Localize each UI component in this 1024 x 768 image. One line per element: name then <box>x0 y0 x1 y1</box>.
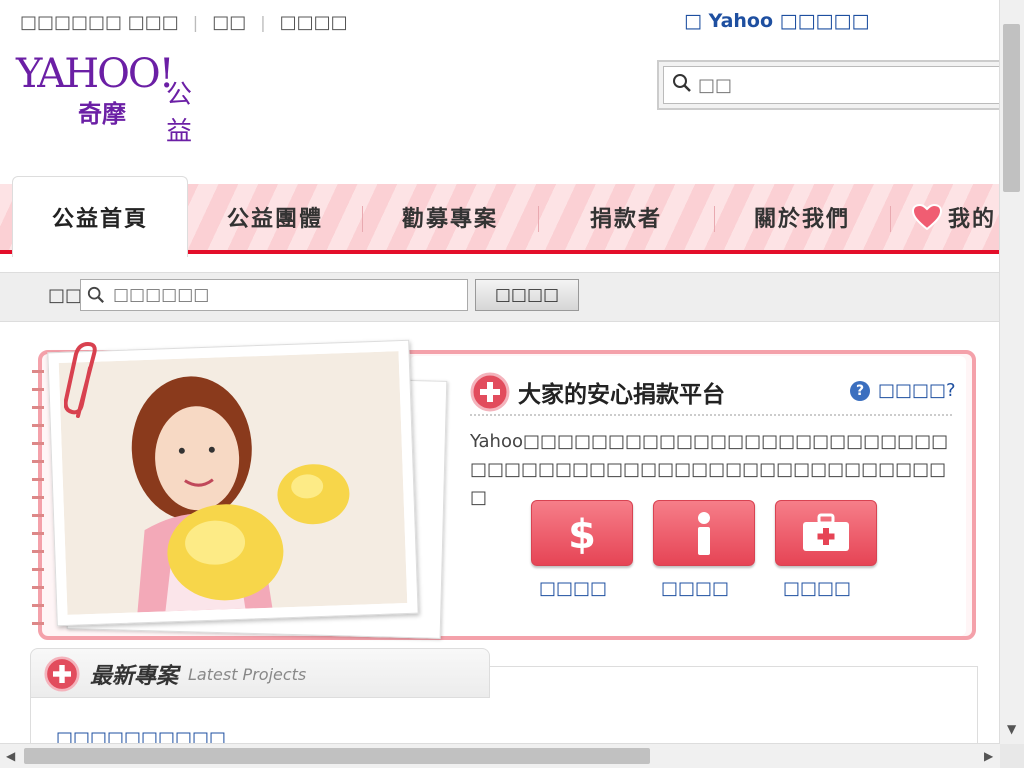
tab-organizations[interactable]: 公益團體 <box>190 184 360 250</box>
donate-label[interactable]: □□□□ <box>523 578 623 599</box>
scroll-right-arrow-icon[interactable]: ▶ <box>984 749 993 763</box>
scroll-down-arrow-icon[interactable]: ▼ <box>1007 722 1016 736</box>
scroll-left-arrow-icon[interactable]: ◀ <box>6 749 15 763</box>
svg-text:$: $ <box>568 512 596 556</box>
nav-divider <box>362 206 363 232</box>
divider: | <box>192 12 199 32</box>
project-search-field <box>80 279 468 311</box>
person-icon <box>698 512 710 555</box>
top-link-2[interactable]: □□ <box>212 12 246 33</box>
nav-divider <box>890 206 891 232</box>
tab-my-label: 我的 <box>948 207 997 232</box>
latest-projects-title: 最新專案 <box>90 664 179 689</box>
logo-sub: 奇摩 <box>78 100 126 128</box>
nav-divider <box>714 206 715 232</box>
tab-donors[interactable]: 捐款者 <box>540 184 712 250</box>
divider: | <box>260 12 266 32</box>
volunteer-button[interactable] <box>653 500 755 566</box>
red-cross-badge-icon <box>470 372 510 412</box>
dotted-divider <box>470 414 952 416</box>
site-search-box <box>657 60 1024 110</box>
project-search-band: □□ □□□□ <box>0 272 1000 322</box>
horizontal-scrollbar[interactable]: ◀ ▶ <box>0 743 1000 768</box>
top-utility-bar: □□□□□□ □□□ | □□ | □□□□ <box>20 10 348 34</box>
latest-projects-heading: 最新專案 Latest Projects <box>44 656 306 692</box>
donate-button[interactable]: $ <box>531 500 633 566</box>
nav-divider <box>538 206 539 232</box>
search-icon[interactable] <box>672 73 692 97</box>
search-icon <box>87 286 104 303</box>
vertical-scrollbar[interactable]: ▼ <box>999 0 1024 744</box>
project-label[interactable]: □□□□ <box>767 578 867 599</box>
latest-projects-subtitle: Latest Projects <box>188 664 307 684</box>
dollar-icon: $ <box>568 512 596 556</box>
help-label: □□□□? <box>878 380 956 401</box>
horizontal-scroll-thumb[interactable] <box>24 748 650 764</box>
tab-home[interactable]: 公益首頁 <box>12 176 188 257</box>
tab-my[interactable]: 我的 <box>912 184 1012 250</box>
logo-brand: YAHOO! <box>16 51 175 97</box>
top-link-1[interactable]: □□□□□□ □□□ <box>20 12 179 33</box>
paperclip-icon <box>64 342 97 418</box>
volunteer-label[interactable]: □□□□ <box>645 578 745 599</box>
hero-heading: 大家的安心捐款平台 <box>470 372 725 412</box>
scrollbar-corner <box>1000 744 1024 768</box>
question-icon: ? <box>850 380 870 401</box>
project-search-label: □□ <box>48 285 83 306</box>
spokesperson-image <box>58 351 408 615</box>
tab-about[interactable]: 關於我們 <box>716 184 888 250</box>
vertical-scroll-thumb[interactable] <box>1003 24 1020 192</box>
project-button[interactable] <box>775 500 877 566</box>
yahoo-home-link[interactable]: □ Yahoo □□□□□ <box>684 10 869 32</box>
site-search-input[interactable] <box>696 73 900 97</box>
help-link[interactable]: ? □□□□? <box>850 380 956 401</box>
top-link-3[interactable]: □□□□ <box>280 12 348 33</box>
project-search-input[interactable] <box>111 284 455 306</box>
yahoo-charity-logo[interactable]: YAHOO! 奇摩 公益 <box>16 51 192 147</box>
project-search-button[interactable]: □□□□ <box>475 279 579 311</box>
notebook-rings <box>32 370 44 640</box>
red-cross-badge-icon <box>44 656 80 692</box>
site-search-field-wrap <box>663 66 1022 104</box>
tab-projects[interactable]: 勸募專案 <box>364 184 536 250</box>
heart-icon <box>912 204 942 230</box>
hero-title: 大家的安心捐款平台 <box>518 382 725 408</box>
first-aid-kit-icon <box>803 513 849 551</box>
logo-section: 公益 <box>166 80 193 147</box>
